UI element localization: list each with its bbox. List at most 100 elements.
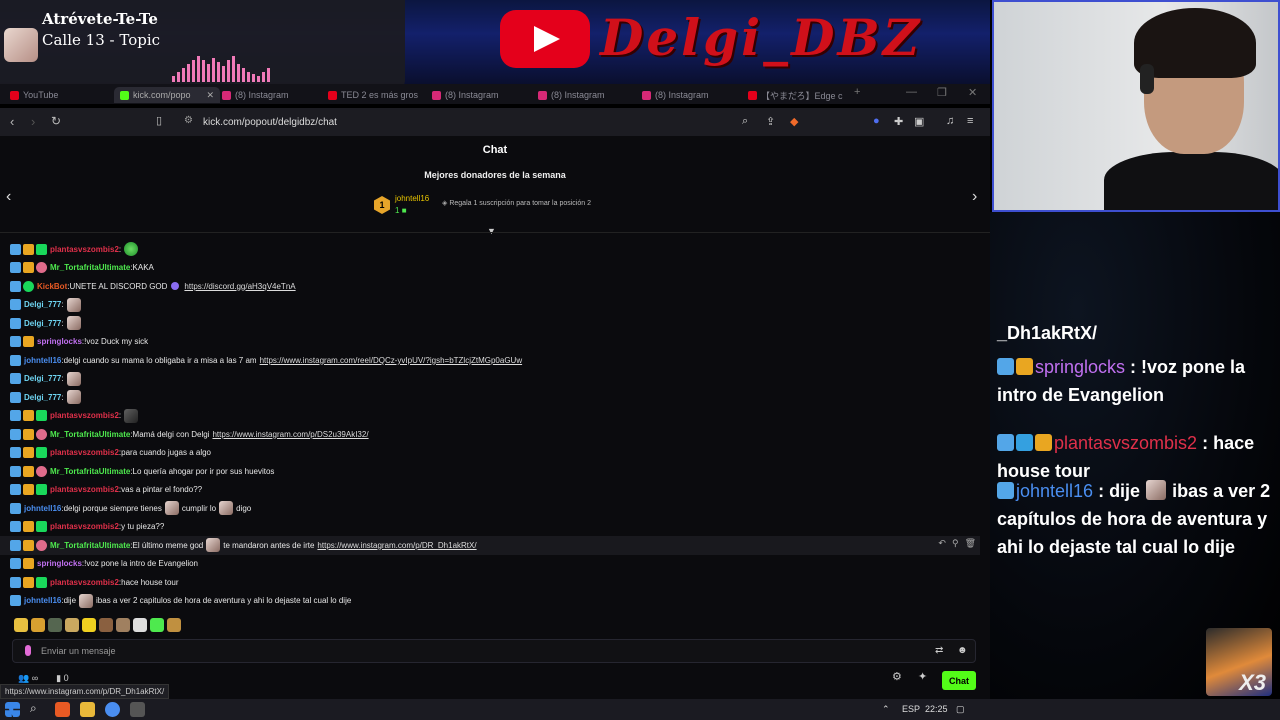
- chat-link[interactable]: https://www.instagram.com/reel/DQCz-yvIp…: [260, 356, 523, 365]
- chat-username[interactable]: plantasvszombis2: [50, 485, 119, 494]
- sidebar-icon[interactable]: ▣: [914, 115, 924, 128]
- vip-badge-icon: [23, 521, 34, 533]
- quick-emote-icon[interactable]: [65, 618, 79, 632]
- send-chat-button[interactable]: Chat: [942, 671, 976, 690]
- quick-emote-icon[interactable]: [48, 618, 62, 632]
- back-icon[interactable]: ‹: [10, 114, 14, 129]
- browser-tab[interactable]: YouTube: [10, 87, 58, 103]
- close-tab-icon[interactable]: ✕: [207, 90, 215, 101]
- chat-username[interactable]: plantasvszombis2: [50, 448, 119, 457]
- quick-emote-icon[interactable]: [82, 618, 96, 632]
- files-icon[interactable]: [80, 702, 95, 717]
- settings-icon[interactable]: ⚙: [892, 670, 902, 683]
- chat-link[interactable]: https://www.instagram.com/p/DS2u39AkI32/: [212, 430, 368, 439]
- site-info-icon[interactable]: ⚙: [184, 115, 193, 126]
- chat-username[interactable]: Delgi_777: [24, 374, 61, 383]
- chat-username[interactable]: plantasvszombis2: [50, 578, 119, 587]
- chat-username[interactable]: Mr_TortafritaUltimate: [50, 541, 130, 550]
- tray-chevron-icon[interactable]: ⌃: [882, 704, 890, 715]
- reply-icon[interactable]: ↶: [938, 538, 946, 549]
- webcam-person: [1104, 152, 1278, 210]
- users-icon[interactable]: 👥 ∞: [18, 673, 38, 684]
- donors-prev-icon[interactable]: ‹: [6, 188, 11, 206]
- chat-username[interactable]: Mr_TortafritaUltimate: [50, 467, 130, 476]
- chat-username[interactable]: Delgi_777: [24, 300, 61, 309]
- quick-emote-icon[interactable]: [150, 618, 164, 632]
- notifications-icon[interactable]: ▢: [956, 704, 965, 715]
- album-art: [4, 28, 38, 62]
- chat-input[interactable]: [41, 643, 901, 659]
- mod-badge-icon: [997, 358, 1014, 375]
- zoom-icon[interactable]: ⌕: [742, 115, 748, 128]
- quick-emote-icon[interactable]: [31, 618, 45, 632]
- vip-badge-icon: [23, 539, 34, 551]
- brave-taskbar-icon[interactable]: [55, 702, 70, 717]
- language-indicator[interactable]: ESP: [902, 704, 920, 714]
- quick-emote-icon[interactable]: [99, 618, 113, 632]
- chat-username[interactable]: springlocks: [37, 337, 82, 346]
- obs-icon[interactable]: [130, 702, 145, 717]
- brave-shield-icon[interactable]: ◆: [790, 115, 798, 128]
- translate-icon[interactable]: ⇄: [935, 645, 943, 656]
- close-window-icon[interactable]: ✕: [968, 86, 977, 99]
- restore-icon[interactable]: ❐: [937, 86, 947, 99]
- viewer-count: ▮ 0: [56, 673, 68, 684]
- address-bar[interactable]: ⚙ kick.com/popout/delgidbz/chat: [178, 112, 808, 132]
- chat-emote: [164, 501, 179, 516]
- clock[interactable]: 22:25: [925, 704, 948, 714]
- chat-username[interactable]: plantasvszombis2: [50, 522, 119, 531]
- start-icon[interactable]: [5, 702, 20, 717]
- pin-icon[interactable]: ⚲: [952, 538, 959, 549]
- vpn-icon[interactable]: ●: [873, 115, 880, 127]
- chat-username[interactable]: Delgi_777: [24, 319, 61, 328]
- chrome-icon[interactable]: [105, 702, 120, 717]
- chat-link[interactable]: https://discord.gg/aH3qV4eTnA: [184, 282, 295, 291]
- forward-icon[interactable]: ›: [31, 114, 35, 129]
- quick-emote-icon[interactable]: [116, 618, 130, 632]
- sub-gift-icon: ■: [401, 206, 407, 215]
- minimize-icon[interactable]: —: [906, 86, 917, 98]
- browser-tab[interactable]: (8) Instagram: [432, 87, 499, 103]
- browser-tab[interactable]: 【やまだろ】Edge c: [748, 87, 842, 103]
- chat-username[interactable]: johntell16: [24, 504, 61, 513]
- pinned-collapse-icon[interactable]: ▼: [487, 226, 496, 236]
- chat-username[interactable]: plantasvszombis2: [50, 411, 119, 420]
- chat-username[interactable]: plantasvszombis2: [50, 245, 119, 254]
- browser-tab[interactable]: TED 2 es más gros: [328, 87, 418, 103]
- donors-next-icon[interactable]: ›: [972, 188, 977, 206]
- reload-icon[interactable]: ↻: [51, 114, 61, 128]
- extensions-icon[interactable]: ✚: [894, 115, 903, 128]
- browser-tab[interactable]: kick.com/popo ✕: [114, 87, 221, 103]
- delete-icon[interactable]: 🗑: [965, 538, 976, 549]
- chat-username[interactable]: KickBot: [37, 282, 67, 291]
- corner-sticker: X3: [1206, 628, 1272, 696]
- quick-emote-icon[interactable]: [14, 618, 28, 632]
- share-icon[interactable]: ⇪: [766, 115, 775, 128]
- donors-title: Mejores donadores de la semana: [424, 170, 566, 180]
- eq-bar: [257, 76, 260, 82]
- mic-icon[interactable]: [25, 645, 31, 656]
- emoji-icon[interactable]: ☻: [957, 645, 968, 656]
- chat-emote: [219, 501, 234, 516]
- chat-link[interactable]: https://www.instagram.com/p/DR_Dh1akRtX/: [317, 541, 476, 550]
- search-icon[interactable]: ⌕: [30, 701, 45, 716]
- chat-username[interactable]: Delgi_777: [24, 393, 61, 402]
- browser-tab[interactable]: (8) Instagram: [538, 87, 605, 103]
- chat-username[interactable]: johntell16: [24, 356, 61, 365]
- bookmark-icon[interactable]: ▯: [156, 114, 162, 127]
- new-tab-icon[interactable]: +: [854, 86, 860, 98]
- overlay-message: johntell16 : dije ibas a ver 2 capítulos …: [997, 477, 1277, 561]
- chat-username[interactable]: johntell16: [24, 596, 61, 605]
- gift-badge-icon: [36, 465, 47, 477]
- quick-emote-icon[interactable]: [167, 618, 181, 632]
- chat-username[interactable]: Mr_TortafritaUltimate: [50, 430, 130, 439]
- media-icon[interactable]: ♫: [946, 115, 954, 127]
- chat-username[interactable]: springlocks: [37, 559, 82, 568]
- browser-tab[interactable]: (8) Instagram: [222, 87, 289, 103]
- chat-message-text: UNETE AL DISCORD GOD: [69, 281, 168, 291]
- chat-username[interactable]: Mr_TortafritaUltimate: [50, 263, 130, 272]
- quick-emote-icon[interactable]: [133, 618, 147, 632]
- menu-icon[interactable]: ≡: [967, 115, 973, 127]
- mod-tools-icon[interactable]: ✦: [918, 670, 927, 683]
- browser-tab[interactable]: (8) Instagram: [642, 87, 709, 103]
